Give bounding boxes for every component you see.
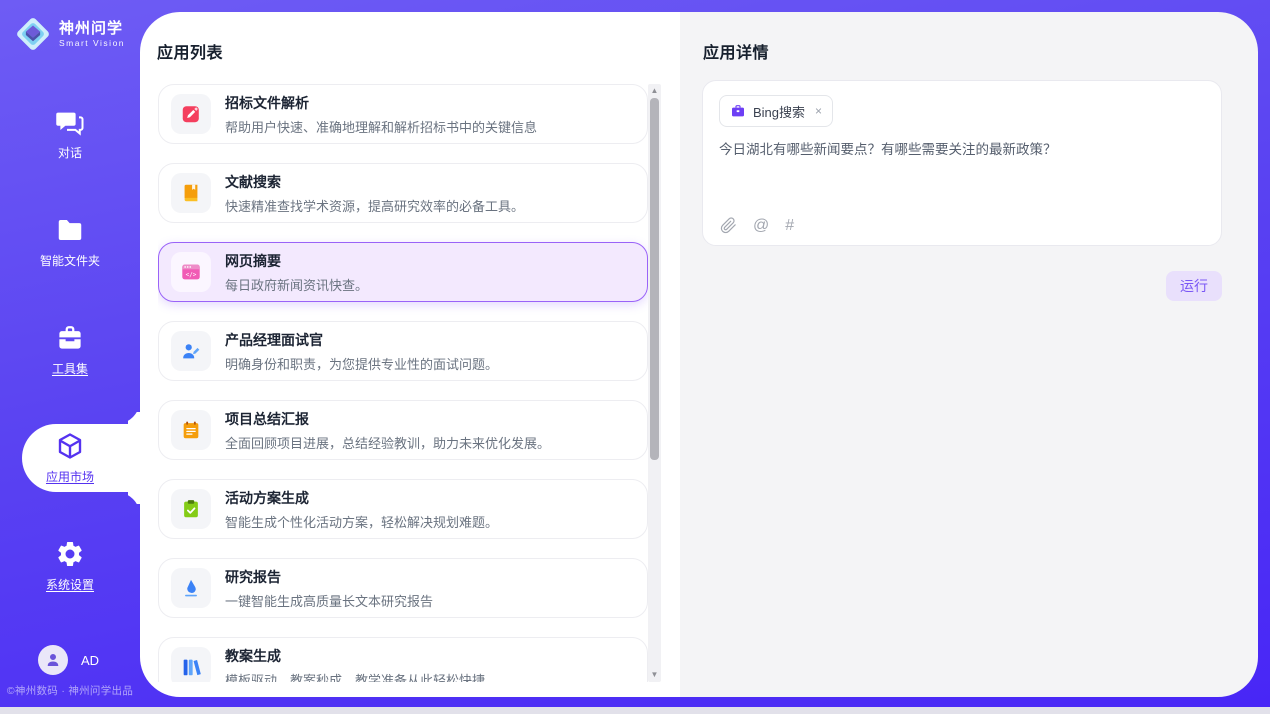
brand-name: 神州问学 [59, 20, 125, 38]
sidebar-item-label: 应用市场 [46, 468, 94, 485]
app-card-text: 项目总结汇报全面回顾项目进展，总结经验教训，助力未来优化发展。 [225, 409, 550, 452]
run-button[interactable]: 运行 [1166, 271, 1222, 301]
tool-tag-label: Bing搜索 [753, 102, 805, 121]
app-card-text: 招标文件解析帮助用户快速、准确地理解和解析招标书中的关键信息 [225, 93, 537, 136]
app-card[interactable]: 教案生成模板驱动，教案秒成，教学准备从此轻松快捷 [158, 637, 648, 682]
app-card-title: 研究报告 [225, 567, 433, 587]
brand-logo: 神州问学 Smart Vision [0, 0, 140, 53]
tool-tag-bing-search[interactable]: Bing搜索 × [719, 95, 833, 127]
app-card-list: 招标文件解析帮助用户快速、准确地理解和解析招标书中的关键信息文献搜索快速精准查找… [158, 84, 648, 682]
notepad-icon [171, 410, 211, 450]
folder-icon [55, 215, 85, 245]
tool-tag-close-icon[interactable]: × [815, 104, 822, 118]
cube-icon [55, 431, 85, 461]
app-card-description: 每日政府新闻资讯快查。 [225, 275, 368, 294]
app-card-text: 文献搜索快速精准查找学术资源，提高研究效率的必备工具。 [225, 172, 524, 215]
app-card-title: 产品经理面试官 [225, 330, 498, 350]
app-list-title: 应用列表 [157, 39, 223, 63]
research-pen-icon [171, 568, 211, 608]
prompt-card: Bing搜索 × 今日湖北有哪些新闻要点？有哪些需要关注的最新政策？ @ # [702, 80, 1222, 246]
window-bottom-edge [0, 707, 1270, 714]
hash-icon[interactable]: # [785, 218, 794, 234]
app-card-title: 文献搜索 [225, 172, 524, 192]
user-row[interactable]: AD [0, 645, 140, 675]
user-name: AD [81, 653, 99, 668]
avatar-person-icon [38, 645, 68, 675]
edit-document-icon [171, 94, 211, 134]
app-card-text: 研究报告一键智能生成高质量长文本研究报告 [225, 567, 433, 610]
app-card-description: 一键智能生成高质量长文本研究报告 [225, 591, 433, 610]
app-card-title: 活动方案生成 [225, 488, 498, 508]
content-area: 应用列表 招标文件解析帮助用户快速、准确地理解和解析招标书中的关键信息文献搜索快… [140, 12, 1258, 697]
app-card-description: 模板驱动，教案秒成，教学准备从此轻松快捷 [225, 670, 485, 683]
app-card[interactable]: </> 网页摘要每日政府新闻资讯快查。 [158, 242, 648, 302]
app-detail-panel: 应用详情 Bing搜索 × 今日湖北有哪些新闻要点？有哪些需要关注的最新政策？ [680, 12, 1258, 697]
app-card-text: 教案生成模板驱动，教案秒成，教学准备从此轻松快捷 [225, 646, 485, 683]
gear-icon [55, 539, 85, 569]
scrollbar: ▲ ▼ [648, 84, 661, 682]
books-icon [171, 647, 211, 682]
app-card-description: 帮助用户快速、准确地理解和解析招标书中的关键信息 [225, 117, 537, 136]
sidebar-item-system-settings[interactable]: 系统设置 [0, 540, 140, 592]
svg-text:</>: </> [186, 271, 197, 278]
app-card-title: 项目总结汇报 [225, 409, 550, 429]
app-card-title: 教案生成 [225, 646, 485, 666]
app-card-text: 网页摘要每日政府新闻资讯快查。 [225, 251, 368, 294]
attachment-icon[interactable] [720, 217, 737, 234]
app-card[interactable]: 研究报告一键智能生成高质量长文本研究报告 [158, 558, 648, 618]
app-card-description: 智能生成个性化活动方案，轻松解决规划难题。 [225, 512, 498, 531]
app-card[interactable]: 文献搜索快速精准查找学术资源，提高研究效率的必备工具。 [158, 163, 648, 223]
app-detail-title: 应用详情 [703, 39, 769, 63]
toolbox-icon [55, 323, 85, 353]
sidebar-nav: 对话智能文件夹工具集应用市场系统设置 [0, 108, 140, 648]
sidebar: 神州问学 Smart Vision 对话智能文件夹工具集应用市场系统设置 AD … [0, 0, 140, 707]
sidebar-item-label: 工具集 [52, 360, 88, 377]
app-card[interactable]: 产品经理面试官明确身份和职责，为您提供专业性的面试问题。 [158, 321, 648, 381]
sidebar-footer: ©神州数码 · 神州问学出品 [0, 683, 140, 698]
brand-tagline: Smart Vision [59, 38, 125, 48]
app-list-panel: 应用列表 招标文件解析帮助用户快速、准确地理解和解析招标书中的关键信息文献搜索快… [140, 12, 680, 697]
sidebar-item-chat[interactable]: 对话 [0, 108, 140, 160]
mention-icon[interactable]: @ [753, 218, 769, 234]
app-card-description: 快速精准查找学术资源，提高研究效率的必备工具。 [225, 196, 524, 215]
app-card[interactable]: 项目总结汇报全面回顾项目进展，总结经验教训，助力未来优化发展。 [158, 400, 648, 460]
briefcase-icon [730, 103, 746, 119]
sidebar-item-label: 智能文件夹 [40, 252, 100, 269]
app-card-text: 活动方案生成智能生成个性化活动方案，轻松解决规划难题。 [225, 488, 498, 531]
app-card-title: 网页摘要 [225, 251, 368, 271]
scrollbar-down-arrow[interactable]: ▼ [648, 669, 661, 681]
app-card[interactable]: 招标文件解析帮助用户快速、准确地理解和解析招标书中的关键信息 [158, 84, 648, 144]
interviewer-icon [171, 331, 211, 371]
chat-icon [55, 107, 85, 137]
app-frame: 神州问学 Smart Vision 对话智能文件夹工具集应用市场系统设置 AD … [0, 0, 1270, 707]
sidebar-item-label: 对话 [58, 144, 82, 161]
sidebar-item-toolset[interactable]: 工具集 [0, 324, 140, 376]
scrollbar-up-arrow[interactable]: ▲ [648, 85, 661, 97]
book-icon [171, 173, 211, 213]
sidebar-item-smart-folder[interactable]: 智能文件夹 [0, 216, 140, 268]
scrollbar-thumb[interactable] [650, 98, 659, 460]
brand-diamond-icon [14, 15, 52, 53]
clipboard-check-icon [171, 489, 211, 529]
app-card[interactable]: 活动方案生成智能生成个性化活动方案，轻松解决规划难题。 [158, 479, 648, 539]
composer-toolbar: @ # [720, 217, 794, 234]
app-card-description: 明确身份和职责，为您提供专业性的面试问题。 [225, 354, 498, 373]
query-text[interactable]: 今日湖北有哪些新闻要点？有哪些需要关注的最新政策？ [719, 140, 1205, 160]
sidebar-item-label: 系统设置 [46, 576, 94, 593]
app-card-text: 产品经理面试官明确身份和职责，为您提供专业性的面试问题。 [225, 330, 498, 373]
sidebar-item-app-market[interactable]: 应用市场 [0, 432, 140, 484]
app-card-description: 全面回顾项目进展，总结经验教训，助力未来优化发展。 [225, 433, 550, 452]
web-browser-icon: </> [171, 252, 211, 292]
app-card-title: 招标文件解析 [225, 93, 537, 113]
